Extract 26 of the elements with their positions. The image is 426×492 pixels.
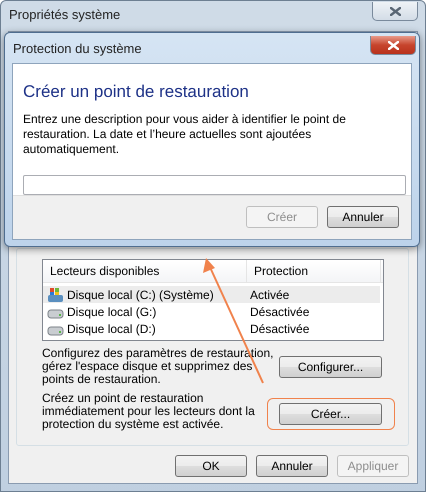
drive-row[interactable]: Disque local (D:) Désactivée [43,320,380,337]
dialog-description: Entrez une description pour vous aider à identifier le point de restauration. La date et l’heure actuelles sont ajoutées automatiquement. [23,112,347,157]
close-icon [388,40,398,50]
drive-name: Disque local (D:) [67,322,156,336]
create-button[interactable]: Créer... [279,403,382,425]
drive-row[interactable]: Disque local (C:) (Système) Activée [43,286,380,303]
configure-button[interactable]: Configurer... [279,356,382,378]
drive-row[interactable]: Disque local (G:) Désactivée [43,303,380,320]
close-icon [390,6,400,16]
dialog-title: Protection du système [13,41,142,58]
dialog-button[interactable]: Annuler [327,206,399,228]
close-button[interactable] [372,2,418,21]
create-description: Créez un point de restauration immédiatement pour les lecteurs dont la protection du système est activée. [42,392,256,431]
dialog-heading: Créer un point de restauration [23,82,250,102]
column-header[interactable]: Protection [247,260,381,282]
close-button[interactable] [370,36,416,55]
protection-status: Activée [249,288,290,302]
drive-name: Disque local (C:) (Système) [67,288,214,302]
protection-status: Désactivée [249,304,310,318]
window-title: Propriétés système [9,7,120,22]
protection-status: Désactivée [249,322,310,336]
dialog-button[interactable]: OK [175,455,247,477]
drive-name: Disque local (G:) [67,304,156,318]
system-drive-icon [47,286,64,302]
dialog-button[interactable]: Annuler [256,455,328,477]
description-field[interactable] [23,175,406,195]
